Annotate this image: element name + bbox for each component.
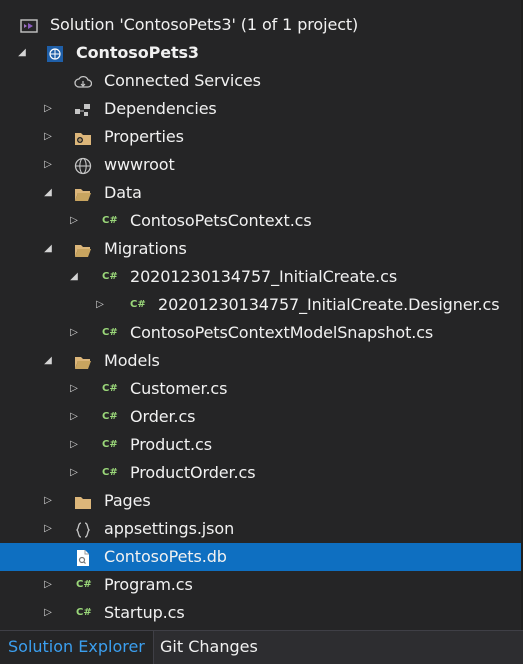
- collapsed-arrow-icon[interactable]: ▷: [40, 123, 56, 151]
- program-label: Program.cs: [104, 575, 193, 594]
- tree-row-properties[interactable]: ▷ Properties: [0, 123, 521, 151]
- tree-row-contosopets-context[interactable]: ▷ C# ContosoPetsContext.cs: [0, 207, 521, 235]
- tree-row-customer[interactable]: ▷ C# Customer.cs: [0, 375, 521, 403]
- tree-row-solution[interactable]: Solution 'ContosoPets3' (1 of 1 project): [0, 11, 521, 39]
- collapsed-arrow-icon[interactable]: ▷: [66, 459, 82, 487]
- csharp-file-icon: C#: [102, 467, 118, 478]
- tab-git-changes[interactable]: Git Changes: [152, 631, 266, 664]
- solution-icon: [20, 16, 38, 34]
- collapsed-arrow-icon[interactable]: ▷: [92, 291, 108, 319]
- expanded-arrow-icon[interactable]: ◢: [14, 39, 30, 67]
- bottom-tab-bar: Solution Explorer Git Changes: [0, 630, 523, 664]
- migrations-folder-label: Migrations: [104, 239, 187, 258]
- dependencies-icon: [74, 100, 92, 118]
- tree-row-product[interactable]: ▷ C# Product.cs: [0, 431, 521, 459]
- solution-explorer-panel: Solution 'ContosoPets3' (1 of 1 project)…: [0, 0, 523, 664]
- csharp-file-icon: C#: [102, 215, 118, 226]
- cloud-icon: [74, 72, 93, 90]
- csharp-file-icon: C#: [130, 299, 146, 310]
- csharp-file-icon: C#: [76, 607, 92, 618]
- tree-row-startup[interactable]: ▷ C# Startup.cs: [0, 599, 521, 627]
- collapsed-arrow-icon[interactable]: ▷: [66, 403, 82, 431]
- appsettings-label: appsettings.json: [104, 519, 235, 538]
- tree-row-program[interactable]: ▷ C# Program.cs: [0, 571, 521, 599]
- csharp-file-icon: C#: [102, 271, 118, 282]
- csharp-file-icon: C#: [76, 579, 92, 590]
- contosopets-db-label: ContosoPets.db: [104, 547, 227, 566]
- tree-row-initial-create-designer[interactable]: ▷ C# 20201230134757_InitialCreate.Design…: [0, 291, 521, 319]
- order-label: Order.cs: [130, 407, 196, 426]
- wwwroot-label: wwwroot: [104, 155, 175, 174]
- database-file-icon: [74, 548, 92, 566]
- collapsed-arrow-icon[interactable]: ▷: [40, 599, 56, 627]
- product-order-label: ProductOrder.cs: [130, 463, 256, 482]
- tree-row-project[interactable]: ◢ ContosoPets3: [0, 39, 521, 67]
- globe-icon: [74, 156, 92, 175]
- csharp-file-icon: C#: [102, 383, 118, 394]
- tree-row-product-order[interactable]: ▷ C# ProductOrder.cs: [0, 459, 521, 487]
- collapsed-arrow-icon[interactable]: ▷: [40, 515, 56, 543]
- tree-row-dependencies[interactable]: ▷ Dependencies: [0, 95, 521, 123]
- tree-row-data[interactable]: ◢ Data: [0, 179, 521, 207]
- open-folder-icon: [74, 352, 92, 370]
- tree-row-contosopets-db[interactable]: ContosoPets.db: [0, 543, 521, 571]
- tree-row-appsettings[interactable]: ▷ appsettings.json: [0, 515, 521, 543]
- collapsed-arrow-icon[interactable]: ▷: [40, 151, 56, 179]
- product-label: Product.cs: [130, 435, 212, 454]
- expanded-arrow-icon[interactable]: ◢: [66, 263, 82, 291]
- tree-row-connected-services[interactable]: Connected Services: [0, 67, 521, 95]
- csharp-file-icon: C#: [102, 439, 118, 450]
- web-project-icon: [46, 44, 64, 62]
- tree-row-initial-create[interactable]: ◢ C# 20201230134757_InitialCreate.cs: [0, 263, 521, 291]
- csharp-file-icon: C#: [102, 411, 118, 422]
- tree-row-models[interactable]: ◢ Models: [0, 347, 521, 375]
- open-folder-icon: [74, 184, 92, 202]
- customer-label: Customer.cs: [130, 379, 228, 398]
- tree-row-pages[interactable]: ▷ Pages: [0, 487, 521, 515]
- project-label: ContosoPets3: [76, 43, 199, 62]
- open-folder-icon: [74, 240, 92, 258]
- properties-folder-icon: [74, 128, 92, 146]
- json-file-icon: [74, 520, 92, 538]
- dependencies-label: Dependencies: [104, 99, 217, 118]
- tree-row-order[interactable]: ▷ C# Order.cs: [0, 403, 521, 431]
- solution-tree: Solution 'ContosoPets3' (1 of 1 project)…: [0, 0, 523, 630]
- properties-label: Properties: [104, 127, 184, 146]
- tree-row-migrations[interactable]: ◢ Migrations: [0, 235, 521, 263]
- solution-label: Solution 'ContosoPets3' (1 of 1 project): [50, 15, 359, 34]
- connected-services-label: Connected Services: [104, 71, 261, 90]
- tree-row-model-snapshot[interactable]: ▷ C# ContosoPetsContextModelSnapshot.cs: [0, 319, 521, 347]
- tree-row-wwwroot[interactable]: ▷ wwwroot: [0, 151, 521, 179]
- model-snapshot-label: ContosoPetsContextModelSnapshot.cs: [130, 323, 434, 342]
- tab-solution-explorer[interactable]: Solution Explorer: [0, 631, 154, 664]
- pages-folder-label: Pages: [104, 491, 151, 510]
- data-folder-label: Data: [104, 183, 142, 202]
- startup-label: Startup.cs: [104, 603, 185, 622]
- folder-icon: [74, 492, 92, 510]
- collapsed-arrow-icon[interactable]: ▷: [40, 95, 56, 123]
- initial-create-label: 20201230134757_InitialCreate.cs: [130, 267, 398, 286]
- collapsed-arrow-icon[interactable]: ▷: [66, 375, 82, 403]
- collapsed-arrow-icon[interactable]: ▷: [40, 487, 56, 515]
- models-folder-label: Models: [104, 351, 160, 370]
- csharp-file-icon: C#: [102, 327, 118, 338]
- collapsed-arrow-icon[interactable]: ▷: [66, 431, 82, 459]
- expanded-arrow-icon[interactable]: ◢: [40, 179, 56, 207]
- contosopets-context-label: ContosoPetsContext.cs: [130, 211, 312, 230]
- expanded-arrow-icon[interactable]: ◢: [40, 235, 56, 263]
- collapsed-arrow-icon[interactable]: ▷: [66, 319, 82, 347]
- expanded-arrow-icon[interactable]: ◢: [40, 347, 56, 375]
- collapsed-arrow-icon[interactable]: ▷: [66, 207, 82, 235]
- collapsed-arrow-icon[interactable]: ▷: [40, 571, 56, 599]
- initial-create-designer-label: 20201230134757_InitialCreate.Designer.cs: [158, 295, 500, 314]
